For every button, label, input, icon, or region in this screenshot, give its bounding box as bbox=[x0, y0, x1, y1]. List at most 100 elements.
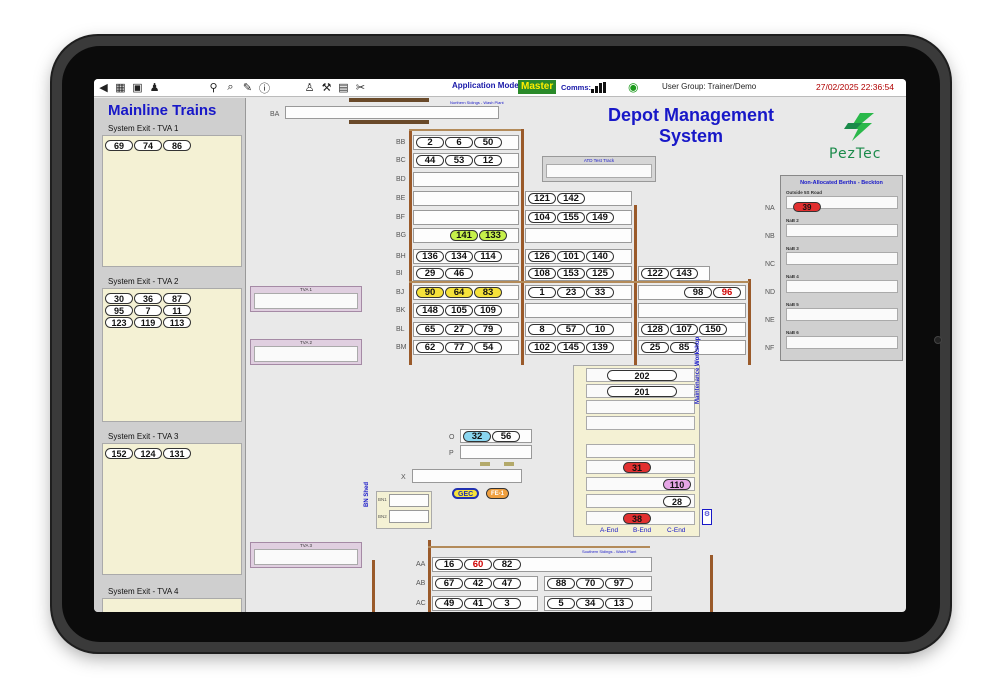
road-BG[interactable]: 141 133 bbox=[413, 228, 519, 243]
train-chip[interactable]: 12 bbox=[474, 155, 502, 166]
train-chip[interactable]: 70 bbox=[576, 578, 604, 589]
road-BK-right[interactable] bbox=[638, 303, 746, 318]
train-chip[interactable]: 10 bbox=[586, 324, 614, 335]
road-BJ-mid[interactable]: 1 23 33 bbox=[525, 285, 632, 300]
train-chip[interactable]: 30 bbox=[105, 293, 133, 304]
train-chip[interactable]: 107 bbox=[670, 324, 698, 335]
train-chip[interactable]: 125 bbox=[586, 268, 614, 279]
train-chip[interactable]: 39 bbox=[793, 202, 821, 212]
road-AC-left[interactable]: 49 41 3 bbox=[432, 596, 538, 611]
train-chip[interactable]: 8 bbox=[528, 324, 556, 335]
train-chip[interactable]: 62 bbox=[416, 342, 444, 353]
train-chip[interactable]: 109 bbox=[474, 305, 502, 316]
road-AB-right[interactable]: 88 70 97 bbox=[544, 576, 652, 591]
road-BC[interactable]: 44 53 12 bbox=[413, 153, 519, 168]
train-chip[interactable]: 121 bbox=[528, 193, 556, 204]
road-BG-right[interactable] bbox=[525, 228, 632, 243]
train-chip[interactable]: 67 bbox=[435, 578, 463, 589]
app-mode-value[interactable]: Master bbox=[518, 80, 557, 94]
train-chip[interactable]: 139 bbox=[586, 342, 614, 353]
train-chip[interactable]: 86 bbox=[163, 140, 191, 151]
train-chip[interactable]: 108 bbox=[528, 268, 556, 279]
maint-road-S5[interactable]: 38 bbox=[586, 511, 695, 525]
train-chip[interactable]: 128 bbox=[641, 324, 669, 335]
train-chip[interactable]: 49 bbox=[435, 598, 463, 609]
train-chip[interactable]: 101 bbox=[557, 251, 585, 262]
locate-user-icon[interactable]: ⚲ bbox=[206, 81, 221, 95]
train-chip[interactable]: 32 bbox=[463, 430, 491, 442]
road-P[interactable] bbox=[460, 445, 532, 459]
maint-road-B1[interactable] bbox=[586, 444, 695, 458]
road-BD[interactable] bbox=[413, 172, 519, 187]
clipboard-icon[interactable]: ▤ bbox=[336, 81, 351, 95]
train-chip[interactable]: 53 bbox=[445, 155, 473, 166]
road-BL[interactable]: 65 27 79 bbox=[413, 322, 519, 337]
train-chip[interactable]: 150 bbox=[699, 324, 727, 335]
train-chip[interactable]: 2 bbox=[416, 137, 444, 148]
train-chip[interactable]: 96 bbox=[713, 287, 741, 298]
train-chip[interactable]: 113 bbox=[163, 317, 191, 328]
road-BM[interactable]: 62 77 54 bbox=[413, 340, 519, 355]
train-chip[interactable]: 126 bbox=[528, 251, 556, 262]
tva3-siding[interactable]: TVA 3 bbox=[250, 542, 362, 568]
train-chip[interactable]: 41 bbox=[464, 598, 492, 609]
train-chip[interactable]: 36 bbox=[134, 293, 162, 304]
train-chip[interactable]: 60 bbox=[464, 559, 492, 570]
train-chip[interactable]: 140 bbox=[586, 251, 614, 262]
train-chip[interactable]: 134 bbox=[445, 251, 473, 262]
train-chip[interactable]: 64 bbox=[445, 287, 473, 298]
road-BJ[interactable]: 90 64 83 bbox=[413, 285, 519, 300]
train-chip[interactable]: 38 bbox=[623, 513, 651, 524]
train-chip[interactable]: 141 bbox=[450, 230, 478, 241]
edit-icon[interactable]: ✎ bbox=[240, 81, 255, 95]
road-BH-right[interactable]: 126 101 140 bbox=[525, 249, 632, 264]
road-BF-right[interactable]: 104 155 149 bbox=[525, 210, 632, 225]
berth-row[interactable]: NaB 6 bbox=[786, 330, 898, 349]
road-BL-right[interactable]: 128 107 150 bbox=[638, 322, 746, 337]
train-chip[interactable]: 33 bbox=[586, 287, 614, 298]
berth-row[interactable]: NaB 5 bbox=[786, 302, 898, 321]
gec-chip[interactable]: GEC bbox=[452, 488, 480, 499]
train-chip[interactable]: 153 bbox=[557, 268, 585, 279]
train-chip[interactable]: 152 bbox=[105, 448, 133, 459]
train-chip[interactable]: 145 bbox=[557, 342, 585, 353]
train-chip[interactable]: 79 bbox=[474, 324, 502, 335]
road-BI-mid[interactable]: 108 153 125 bbox=[525, 266, 632, 281]
train-chip[interactable]: 77 bbox=[445, 342, 473, 353]
atd-track[interactable] bbox=[546, 164, 652, 178]
tva1-siding[interactable]: TVA 1 bbox=[250, 286, 362, 312]
train-chip[interactable]: 104 bbox=[528, 212, 556, 223]
berth-row[interactable]: NaB 3 bbox=[786, 246, 898, 265]
train-chip[interactable]: 97 bbox=[605, 578, 633, 589]
train-chip[interactable]: 42 bbox=[464, 578, 492, 589]
tools-icon[interactable]: ⚒ bbox=[319, 81, 334, 95]
train-chip[interactable]: 11 bbox=[163, 305, 191, 316]
train-chip[interactable]: 105 bbox=[445, 305, 473, 316]
road-AA[interactable]: 16 60 82 bbox=[432, 557, 652, 572]
train-chip[interactable]: 57 bbox=[557, 324, 585, 335]
train-chip[interactable]: 85 bbox=[670, 342, 698, 353]
train-chip[interactable]: 102 bbox=[528, 342, 556, 353]
train-chip[interactable]: 3 bbox=[493, 598, 521, 609]
road-BN1[interactable] bbox=[389, 494, 429, 507]
road-BN2[interactable] bbox=[389, 510, 429, 523]
road-BI-right[interactable]: 122 143 bbox=[638, 266, 710, 281]
train-chip[interactable]: 74 bbox=[134, 140, 162, 151]
train-chip[interactable]: 98 bbox=[684, 287, 712, 298]
train-chip[interactable]: 28 bbox=[663, 496, 691, 507]
clapper-icon[interactable]: ▣ bbox=[130, 81, 145, 95]
road-AC-right[interactable]: 5 34 13 bbox=[544, 596, 652, 611]
maint-road-S8[interactable]: 201 bbox=[586, 384, 695, 398]
train-chip[interactable]: 124 bbox=[134, 448, 162, 459]
train-chip[interactable]: 47 bbox=[493, 578, 521, 589]
train-chip[interactable]: 87 bbox=[163, 293, 191, 304]
train-chip[interactable]: 44 bbox=[416, 155, 444, 166]
maint-road-S9[interactable]: 202 bbox=[586, 368, 695, 382]
train-chip[interactable]: 114 bbox=[474, 251, 502, 262]
maint-road-S6[interactable] bbox=[586, 416, 695, 430]
tva2-siding[interactable]: TVA 2 bbox=[250, 339, 362, 365]
train-chip[interactable]: 88 bbox=[547, 578, 575, 589]
train-chip[interactable]: 90 bbox=[416, 287, 444, 298]
berth-row[interactable]: NaB 2 bbox=[786, 218, 898, 237]
train-chip[interactable]: 31 bbox=[623, 462, 651, 473]
